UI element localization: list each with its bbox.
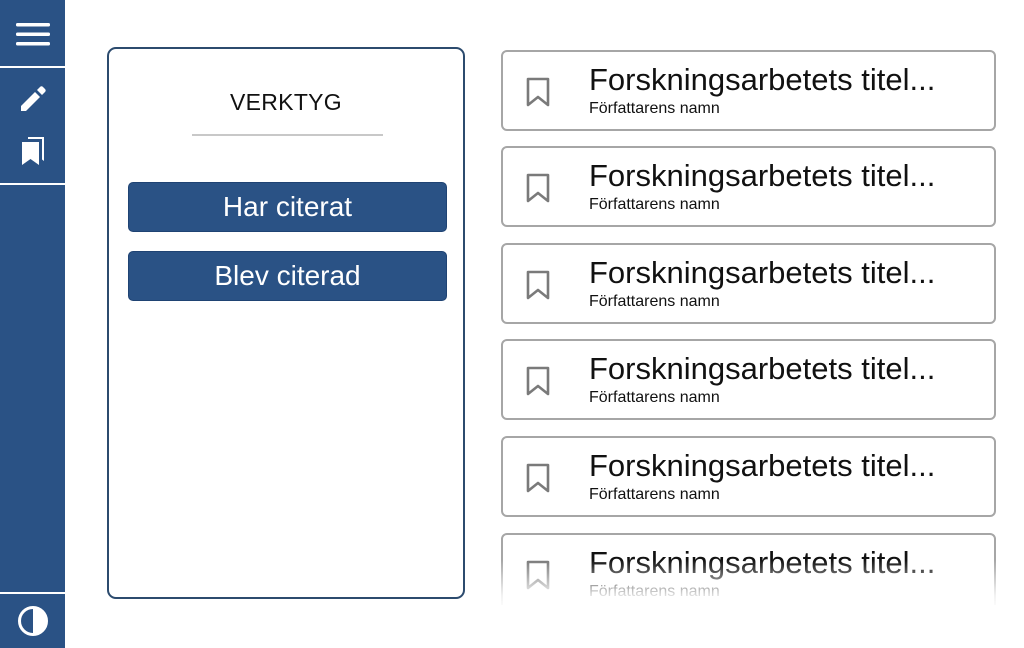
results-list: Forskningsarbetets titel... Författarens…: [501, 49, 998, 605]
paper-title: Forskningsarbetets titel...: [589, 62, 936, 97]
tools-panel: VERKTYG Har citerat Blev citerad: [107, 47, 465, 599]
bookmark-icon[interactable]: [525, 77, 551, 107]
menu-button[interactable]: [0, 8, 65, 60]
paper-author: Författarens namn: [589, 486, 720, 503]
app-window: VERKTYG Har citerat Blev citerad Forskni…: [0, 0, 1024, 648]
paper-title: Forskningsarbetets titel...: [589, 545, 936, 580]
tools-panel-title: VERKTYG: [229, 89, 342, 115]
sidebar-divider: [0, 183, 65, 185]
list-item[interactable]: Forskningsarbetets titel... Författarens…: [501, 339, 996, 420]
title-divider: [192, 134, 383, 136]
hamburger-menu-icon: [15, 23, 50, 46]
paper-title: Forskningsarbetets titel...: [589, 351, 936, 386]
list-item[interactable]: Forskningsarbetets titel... Författarens…: [501, 243, 996, 324]
list-item[interactable]: Forskningsarbetets titel... Författarens…: [501, 436, 996, 517]
pencil-icon: [20, 86, 46, 111]
paper-title: Forskningsarbetets titel...: [589, 158, 936, 193]
paper-title: Forskningsarbetets titel...: [589, 448, 936, 483]
bookmark-icon[interactable]: [525, 270, 551, 300]
list-item[interactable]: Forskningsarbetets titel... Författarens…: [501, 50, 996, 131]
bookmarks-icon: [21, 137, 44, 165]
edit-button[interactable]: [0, 76, 65, 122]
contrast-icon: [17, 606, 48, 636]
paper-author: Författarens namn: [589, 583, 720, 600]
has-cited-button[interactable]: Har citerat: [128, 182, 447, 232]
paper-author: Författarens namn: [589, 293, 720, 310]
paper-author: Författarens namn: [589, 100, 720, 117]
contrast-toggle-button[interactable]: [0, 596, 65, 646]
was-cited-button[interactable]: Blev citerad: [128, 251, 447, 301]
paper-author: Författarens namn: [589, 389, 720, 406]
bookmark-icon[interactable]: [525, 463, 551, 493]
bookmark-icon[interactable]: [525, 366, 551, 396]
bookmarks-button[interactable]: [0, 126, 65, 176]
list-item[interactable]: Forskningsarbetets titel... Författarens…: [501, 533, 996, 605]
paper-author: Författarens namn: [589, 196, 720, 213]
paper-title: Forskningsarbetets titel...: [589, 255, 936, 290]
list-item[interactable]: Forskningsarbetets titel... Författarens…: [501, 146, 996, 227]
bookmark-icon[interactable]: [525, 173, 551, 203]
sidebar-divider: [0, 592, 65, 594]
sidebar-divider: [0, 66, 65, 68]
bookmark-icon[interactable]: [525, 560, 551, 590]
sidebar-rail: [0, 0, 65, 648]
